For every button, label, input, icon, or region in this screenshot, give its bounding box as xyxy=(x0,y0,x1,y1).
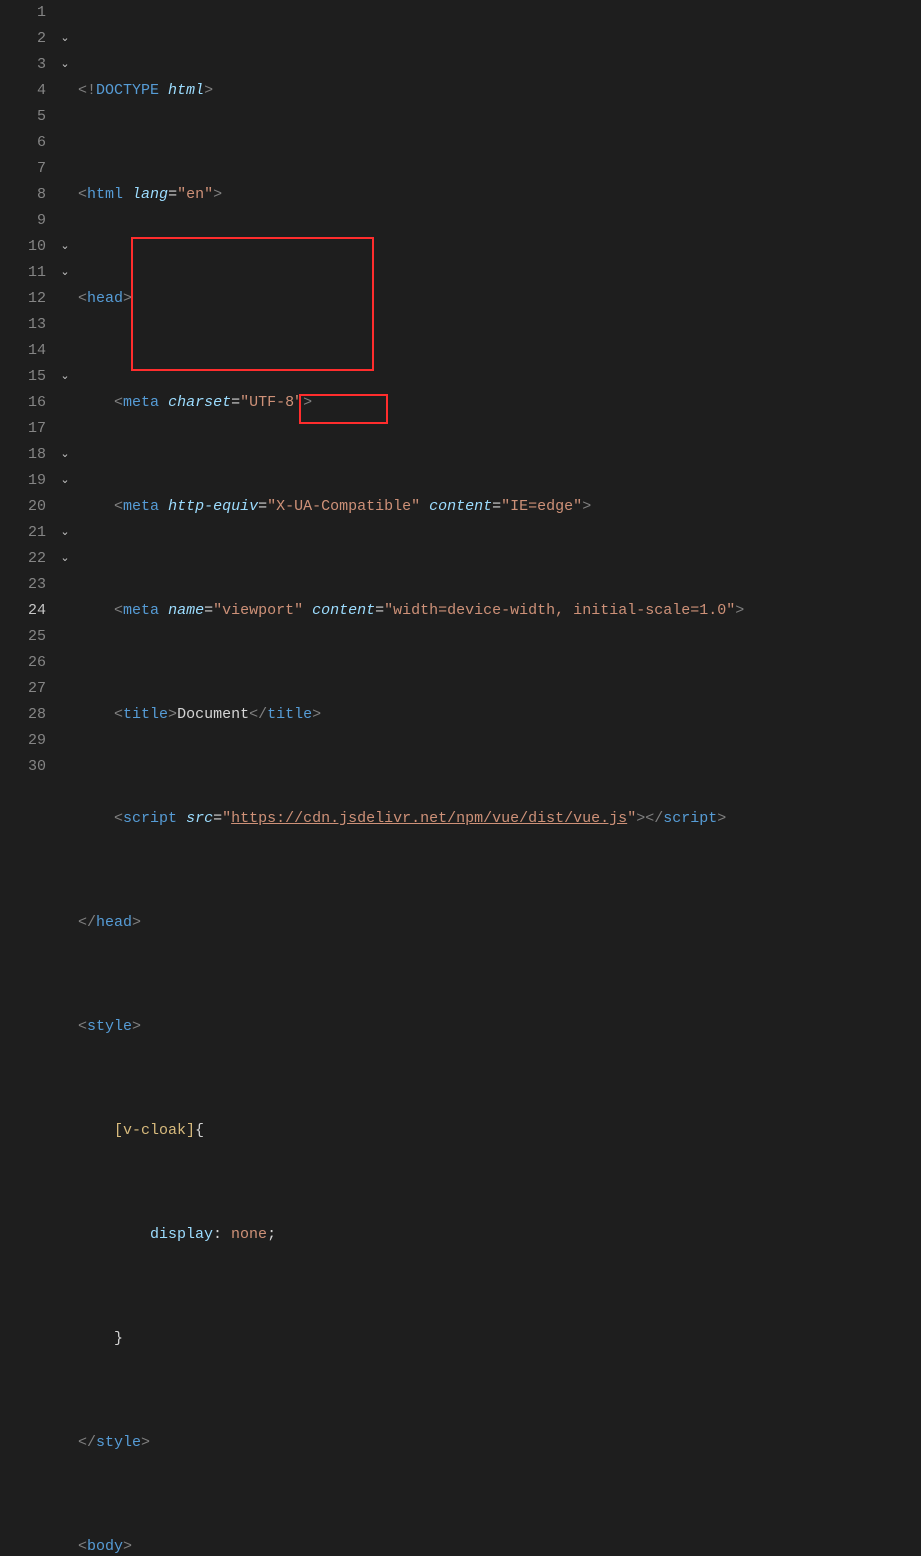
line-number[interactable]: 9 xyxy=(0,208,46,234)
code-line[interactable]: <body> xyxy=(74,1534,921,1556)
fold-marker[interactable] xyxy=(56,130,74,156)
line-number[interactable]: 10 xyxy=(0,234,46,260)
fold-marker[interactable] xyxy=(56,754,74,780)
code-line[interactable]: <html lang="en"> xyxy=(74,182,921,208)
line-number[interactable]: 18 xyxy=(0,442,46,468)
line-number[interactable]: 28 xyxy=(0,702,46,728)
code-line[interactable]: <title>Document</title> xyxy=(74,702,921,728)
fold-marker[interactable] xyxy=(56,208,74,234)
line-number[interactable]: 25 xyxy=(0,624,46,650)
fold-marker[interactable]: ⌄ xyxy=(56,442,74,468)
fold-marker[interactable] xyxy=(56,0,74,26)
fold-marker[interactable] xyxy=(56,650,74,676)
line-number[interactable]: 15 xyxy=(0,364,46,390)
fold-marker[interactable] xyxy=(56,182,74,208)
code-line[interactable]: } xyxy=(74,1326,921,1352)
fold-marker[interactable] xyxy=(56,702,74,728)
line-number[interactable]: 5 xyxy=(0,104,46,130)
fold-marker[interactable]: ⌄ xyxy=(56,52,74,78)
fold-marker[interactable]: ⌄ xyxy=(56,234,74,260)
code-line[interactable]: </style> xyxy=(74,1430,921,1456)
fold-marker[interactable] xyxy=(56,312,74,338)
line-number[interactable]: 12 xyxy=(0,286,46,312)
line-number[interactable]: 4 xyxy=(0,78,46,104)
line-number[interactable]: 1 xyxy=(0,0,46,26)
line-number[interactable]: 17 xyxy=(0,416,46,442)
line-number[interactable]: 24 xyxy=(0,598,46,624)
code-line[interactable]: <!DOCTYPE html> xyxy=(74,78,921,104)
line-number[interactable]: 23 xyxy=(0,572,46,598)
line-number[interactable]: 27 xyxy=(0,676,46,702)
fold-column[interactable]: ⌄⌄⌄⌄⌄⌄⌄⌄⌄ xyxy=(56,0,74,778)
line-number[interactable]: 11 xyxy=(0,260,46,286)
fold-marker[interactable]: ⌄ xyxy=(56,260,74,286)
line-number[interactable]: 13 xyxy=(0,312,46,338)
line-number[interactable]: 26 xyxy=(0,650,46,676)
code-line[interactable]: <meta http-equiv="X-UA-Compatible" conte… xyxy=(74,494,921,520)
line-number[interactable]: 16 xyxy=(0,390,46,416)
line-number[interactable]: 7 xyxy=(0,156,46,182)
line-number[interactable]: 6 xyxy=(0,130,46,156)
line-number[interactable]: 19 xyxy=(0,468,46,494)
line-number[interactable]: 2 xyxy=(0,26,46,52)
code-line[interactable]: <meta charset="UTF-8"> xyxy=(74,390,921,416)
line-number[interactable]: 8 xyxy=(0,182,46,208)
line-number[interactable]: 21 xyxy=(0,520,46,546)
code-line[interactable]: [v-cloak]{ xyxy=(74,1118,921,1144)
code-area[interactable]: <!DOCTYPE html> <html lang="en"> <head> … xyxy=(74,0,921,778)
fold-marker[interactable] xyxy=(56,416,74,442)
fold-marker[interactable] xyxy=(56,286,74,312)
line-number[interactable]: 3 xyxy=(0,52,46,78)
code-line[interactable]: </head> xyxy=(74,910,921,936)
fold-marker[interactable] xyxy=(56,338,74,364)
code-line[interactable]: <head> xyxy=(74,286,921,312)
fold-marker[interactable] xyxy=(56,598,74,624)
fold-marker[interactable] xyxy=(56,156,74,182)
fold-marker[interactable]: ⌄ xyxy=(56,520,74,546)
line-number[interactable]: 30 xyxy=(0,754,46,780)
line-number[interactable]: 20 xyxy=(0,494,46,520)
fold-marker[interactable] xyxy=(56,78,74,104)
fold-marker[interactable] xyxy=(56,624,74,650)
fold-marker[interactable] xyxy=(56,676,74,702)
line-number[interactable]: 14 xyxy=(0,338,46,364)
fold-marker[interactable]: ⌄ xyxy=(56,546,74,572)
code-line[interactable]: <style> xyxy=(74,1014,921,1040)
code-editor[interactable]: 1234567891011121314151617181920212223242… xyxy=(0,0,921,778)
code-line[interactable]: <script src="https://cdn.jsdelivr.net/np… xyxy=(74,806,921,832)
line-number[interactable]: 22 xyxy=(0,546,46,572)
fold-marker[interactable]: ⌄ xyxy=(56,468,74,494)
fold-marker[interactable] xyxy=(56,728,74,754)
code-line[interactable]: display: none; xyxy=(74,1222,921,1248)
line-number[interactable]: 29 xyxy=(0,728,46,754)
fold-marker[interactable] xyxy=(56,494,74,520)
fold-marker[interactable]: ⌄ xyxy=(56,26,74,52)
line-number-gutter[interactable]: 1234567891011121314151617181920212223242… xyxy=(0,0,56,778)
fold-marker[interactable]: ⌄ xyxy=(56,364,74,390)
fold-marker[interactable] xyxy=(56,104,74,130)
fold-marker[interactable] xyxy=(56,572,74,598)
code-line[interactable]: <meta name="viewport" content="width=dev… xyxy=(74,598,921,624)
fold-marker[interactable] xyxy=(56,390,74,416)
